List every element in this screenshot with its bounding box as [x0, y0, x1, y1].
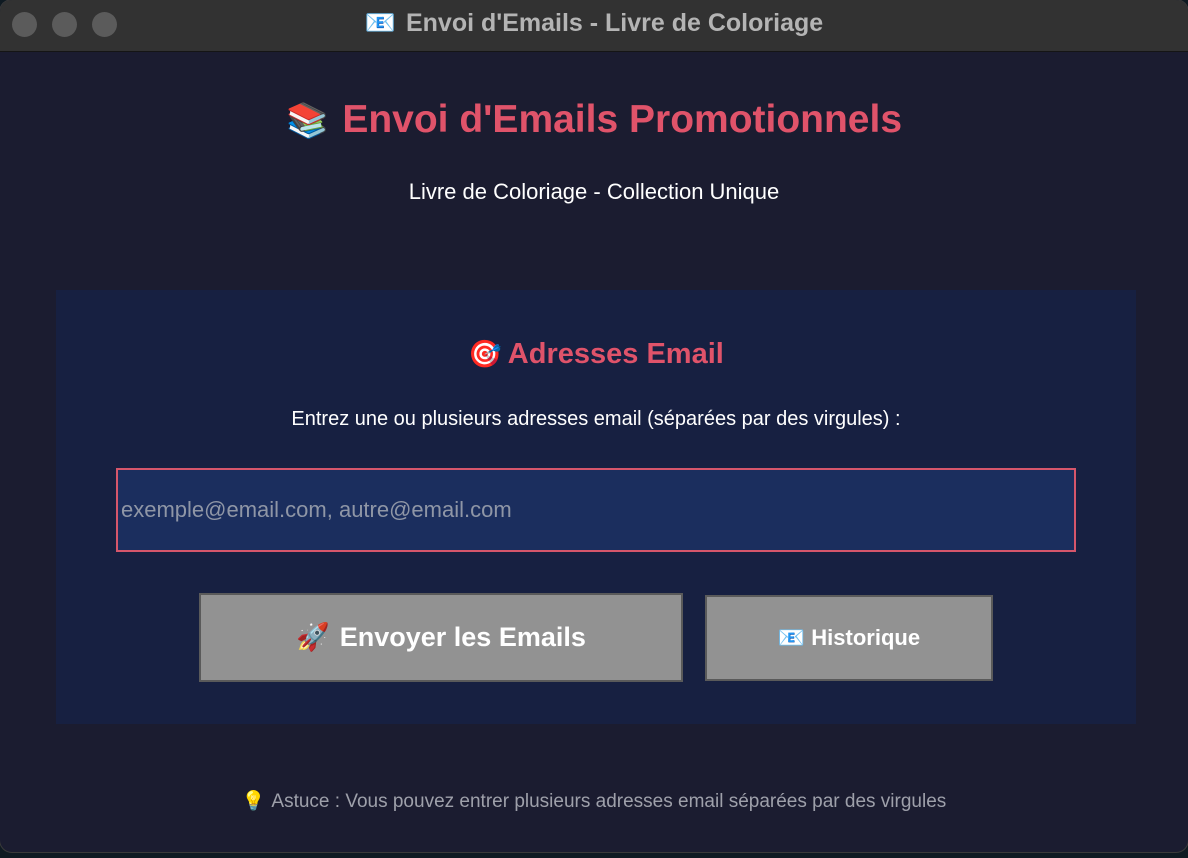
target-icon: 🎯: [468, 339, 502, 369]
main-content: 📚 Envoi d'Emails Promotionnels Livre de C…: [0, 52, 1188, 852]
send-emails-button[interactable]: 🚀 Envoyer les Emails: [199, 593, 683, 682]
app-window: 📧 Envoi d'Emails - Livre de Coloriage 📚 En…: [0, 0, 1188, 852]
books-icon: 📚: [285, 102, 329, 140]
envelope-icon: 📧: [364, 9, 396, 37]
panel-title-text: Adresses Email: [507, 338, 724, 370]
email-addresses-input[interactable]: [116, 468, 1076, 552]
window-titlebar[interactable]: 📧 Envoi d'Emails - Livre de Coloriage: [0, 0, 1188, 52]
rocket-icon: 🚀: [296, 622, 330, 652]
page-title-text: Envoi d'Emails Promotionnels: [342, 98, 903, 141]
page-subtitle: Livre de Coloriage - Collection Unique: [408, 179, 780, 204]
panel-title: 🎯 Adresses Email: [56, 338, 1136, 371]
tip-text: 💡 Astuce : Vous pouvez entrer plusieurs a…: [0, 789, 1188, 813]
page-title: 📚 Envoi d'Emails Promotionnels: [0, 98, 1188, 142]
send-emails-label: Envoyer les Emails: [339, 622, 586, 652]
email-instructions: Entrez une ou plusieurs adresses email (…: [291, 408, 901, 430]
history-label: Historique: [811, 625, 921, 650]
window-title-text: Envoi d'Emails - Livre de Coloriage: [405, 9, 824, 37]
envelope-icon: 📧: [777, 625, 806, 650]
history-button[interactable]: 📧 Historique: [705, 595, 993, 681]
lightbulb-icon: 💡: [241, 791, 266, 812]
email-panel: 🎯 Adresses Email Entrez une ou plusieurs …: [56, 290, 1136, 724]
tip-label: Astuce : Vous pouvez entrer plusieurs ad…: [271, 791, 947, 812]
window-title: 📧 Envoi d'Emails - Livre de Coloriage: [0, 9, 1188, 38]
